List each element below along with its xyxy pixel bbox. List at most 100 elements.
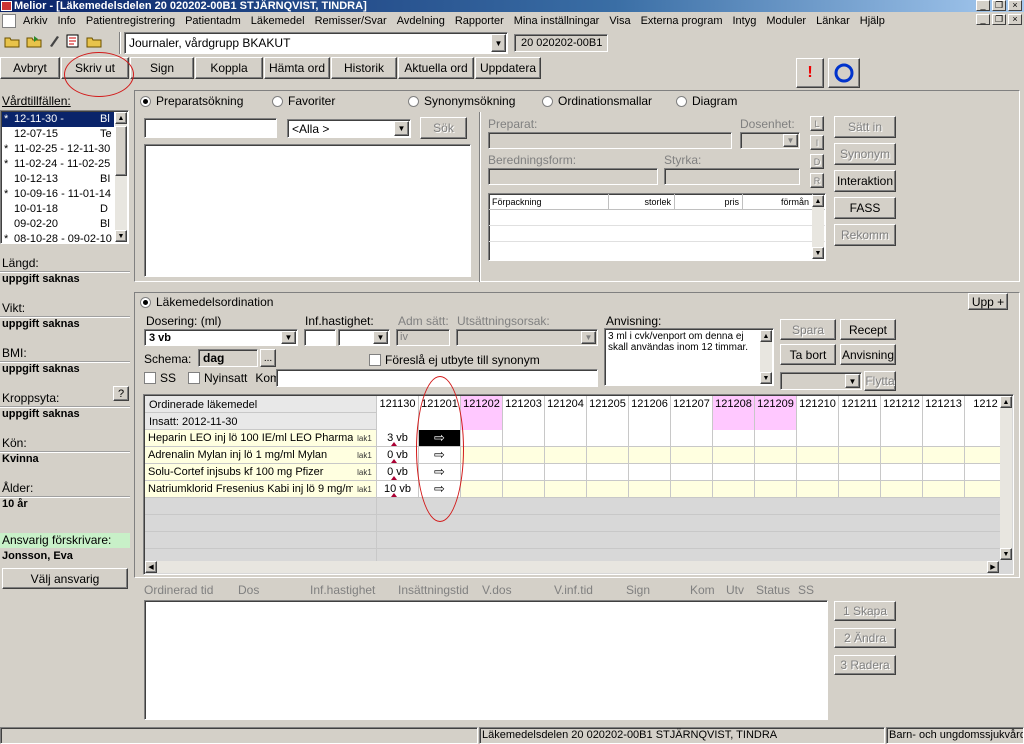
history-3-radera-button[interactable]: 3 Radera	[834, 655, 896, 675]
date-cell[interactable]	[965, 481, 1001, 497]
action-uppdatera-button[interactable]: Uppdatera	[475, 57, 541, 79]
journal-select[interactable]: Journaler, vårdgrupp BKAKUT ▼	[124, 32, 508, 54]
date-cell[interactable]	[503, 447, 545, 463]
interaktion-button[interactable]: Interaktion	[834, 170, 896, 192]
status-button[interactable]	[828, 58, 860, 88]
restore-icon[interactable]: ❐	[992, 0, 1006, 11]
kroppsyta-help-button[interactable]: ?	[113, 386, 129, 401]
scroll-up-icon[interactable]: ▲	[812, 195, 824, 207]
menu-patientregistrering[interactable]: Patientregistrering	[81, 15, 180, 27]
menu-avdelning[interactable]: Avdelning	[392, 15, 450, 27]
chevron-down-icon[interactable]: ▼	[845, 374, 860, 388]
date-cell[interactable]	[755, 430, 797, 446]
mdi-restore-icon[interactable]: ❐	[992, 14, 1006, 25]
grid-date-header[interactable]: 121213	[923, 396, 965, 430]
date-cell[interactable]	[503, 481, 545, 497]
date-cell[interactable]	[671, 430, 713, 446]
utsattning-select[interactable]: ▼	[456, 329, 598, 346]
action-koppla-button[interactable]: Koppla	[195, 57, 263, 79]
chevron-down-icon[interactable]: ▼	[491, 34, 506, 52]
visit-row[interactable]: 09-02-20 Bl	[2, 217, 114, 232]
menu-intyg[interactable]: Intyg	[728, 15, 762, 27]
chevron-down-icon[interactable]: ▼	[783, 134, 798, 147]
schema-browse-button[interactable]: ...	[260, 349, 276, 367]
grid-vscrollbar[interactable]: ▲ ▼	[1000, 396, 1012, 560]
date-cell[interactable]	[839, 464, 881, 480]
action-avbryt-button[interactable]: Avbryt	[0, 57, 60, 79]
search-input[interactable]	[144, 118, 277, 138]
visit-row[interactable]: * 08-10-28 - 09-02-10	[2, 232, 114, 242]
date-cell[interactable]	[713, 464, 755, 480]
alert-button[interactable]: !	[796, 58, 824, 88]
history-list[interactable]	[144, 600, 828, 720]
search-results-list[interactable]	[144, 144, 471, 277]
table-row[interactable]: Solu-Cortef injsubs kf 100 mg Pfizer lak1…	[145, 464, 1001, 481]
search-radio-diagram[interactable]: Diagram	[676, 94, 737, 108]
grid-date-header[interactable]: 121203	[503, 396, 545, 430]
date-cell[interactable]	[755, 481, 797, 497]
menu-lankar[interactable]: Länkar	[811, 15, 855, 27]
grid-date-header[interactable]: 121209	[755, 396, 797, 430]
date-cell[interactable]	[923, 464, 965, 480]
grid-date-header[interactable]: 121211	[839, 396, 881, 430]
spara-button[interactable]: Spara	[780, 319, 836, 340]
nyinsatt-checkbox[interactable]	[188, 372, 201, 384]
scroll-up-icon[interactable]: ▲	[115, 112, 127, 124]
flytta-button[interactable]: Flytta	[864, 371, 896, 391]
rekomm-button[interactable]: Rekomm	[834, 224, 896, 246]
date-cell[interactable]	[797, 464, 839, 480]
foresla-checkbox-row[interactable]: Föreslå ej utbyte till synonym	[369, 353, 540, 367]
date-cell[interactable]	[923, 447, 965, 463]
date-cell[interactable]	[755, 447, 797, 463]
folder-arrow-icon[interactable]	[26, 34, 42, 48]
date-cell[interactable]	[713, 430, 755, 446]
date-cell[interactable]	[503, 430, 545, 446]
date-cell[interactable]	[923, 430, 965, 446]
date-cell[interactable]	[545, 464, 587, 480]
grid-date-header[interactable]: 121202	[461, 396, 503, 430]
grid-date-header[interactable]: 121206	[629, 396, 671, 430]
pen-icon[interactable]	[48, 34, 60, 48]
date-cell[interactable]	[797, 447, 839, 463]
date-cell[interactable]	[587, 481, 629, 497]
date-cell[interactable]	[545, 447, 587, 463]
action-sign-button[interactable]: Sign	[130, 57, 194, 79]
date-cell[interactable]	[839, 430, 881, 446]
grid-date-header[interactable]: 121212	[881, 396, 923, 430]
date-cell[interactable]	[965, 430, 1001, 446]
document-icon[interactable]	[2, 14, 16, 28]
menu-externa-program[interactable]: Externa program	[636, 15, 728, 27]
date-cell[interactable]	[881, 430, 923, 446]
radio-button[interactable]	[408, 95, 419, 107]
dose-cell[interactable]: 0 vb	[377, 464, 419, 480]
folder-open-icon[interactable]	[86, 34, 102, 48]
date-cell[interactable]	[629, 481, 671, 497]
date-cell[interactable]	[755, 464, 797, 480]
scroll-up-icon[interactable]: ▲	[760, 330, 772, 342]
date-cell[interactable]	[587, 464, 629, 480]
dose-cell[interactable]: 3 vb	[377, 430, 419, 446]
date-cell[interactable]	[713, 447, 755, 463]
menu-remisser-svar[interactable]: Remisser/Svar	[310, 15, 392, 27]
medication-name[interactable]: Adrenalin Mylan inj lö 1 mg/ml Mylan	[145, 447, 353, 463]
grid-date-header[interactable]: 121204	[545, 396, 587, 430]
grid-date-header[interactable]: 121208	[713, 396, 755, 430]
synonym-button[interactable]: Synonym	[834, 143, 896, 165]
info-letter-button[interactable]: I	[810, 135, 824, 150]
date-cell[interactable]	[503, 464, 545, 480]
search-radio-synonymsokning[interactable]: Synonymsökning	[408, 94, 515, 108]
date-cell[interactable]	[629, 464, 671, 480]
grid-date-header[interactable]: 121207	[671, 396, 713, 430]
search-radio-ordinationsmallar[interactable]: Ordinationsmallar	[542, 94, 652, 108]
action-historik-button[interactable]: Historik	[331, 57, 397, 79]
date-cell[interactable]	[461, 481, 503, 497]
grid-date-header[interactable]: 1212	[965, 396, 1001, 430]
date-cell[interactable]	[461, 464, 503, 480]
chevron-down-icon[interactable]: ▼	[581, 331, 596, 344]
visit-row[interactable]: 12-07-15 Te	[2, 127, 114, 142]
date-cell[interactable]	[629, 430, 671, 446]
mdi-close-icon[interactable]: ×	[1008, 14, 1022, 25]
radio-button[interactable]	[272, 95, 283, 107]
search-radio-preparatsokning[interactable]: Preparatsökning	[140, 94, 243, 108]
dosenhet-select[interactable]: ▼	[740, 132, 800, 149]
